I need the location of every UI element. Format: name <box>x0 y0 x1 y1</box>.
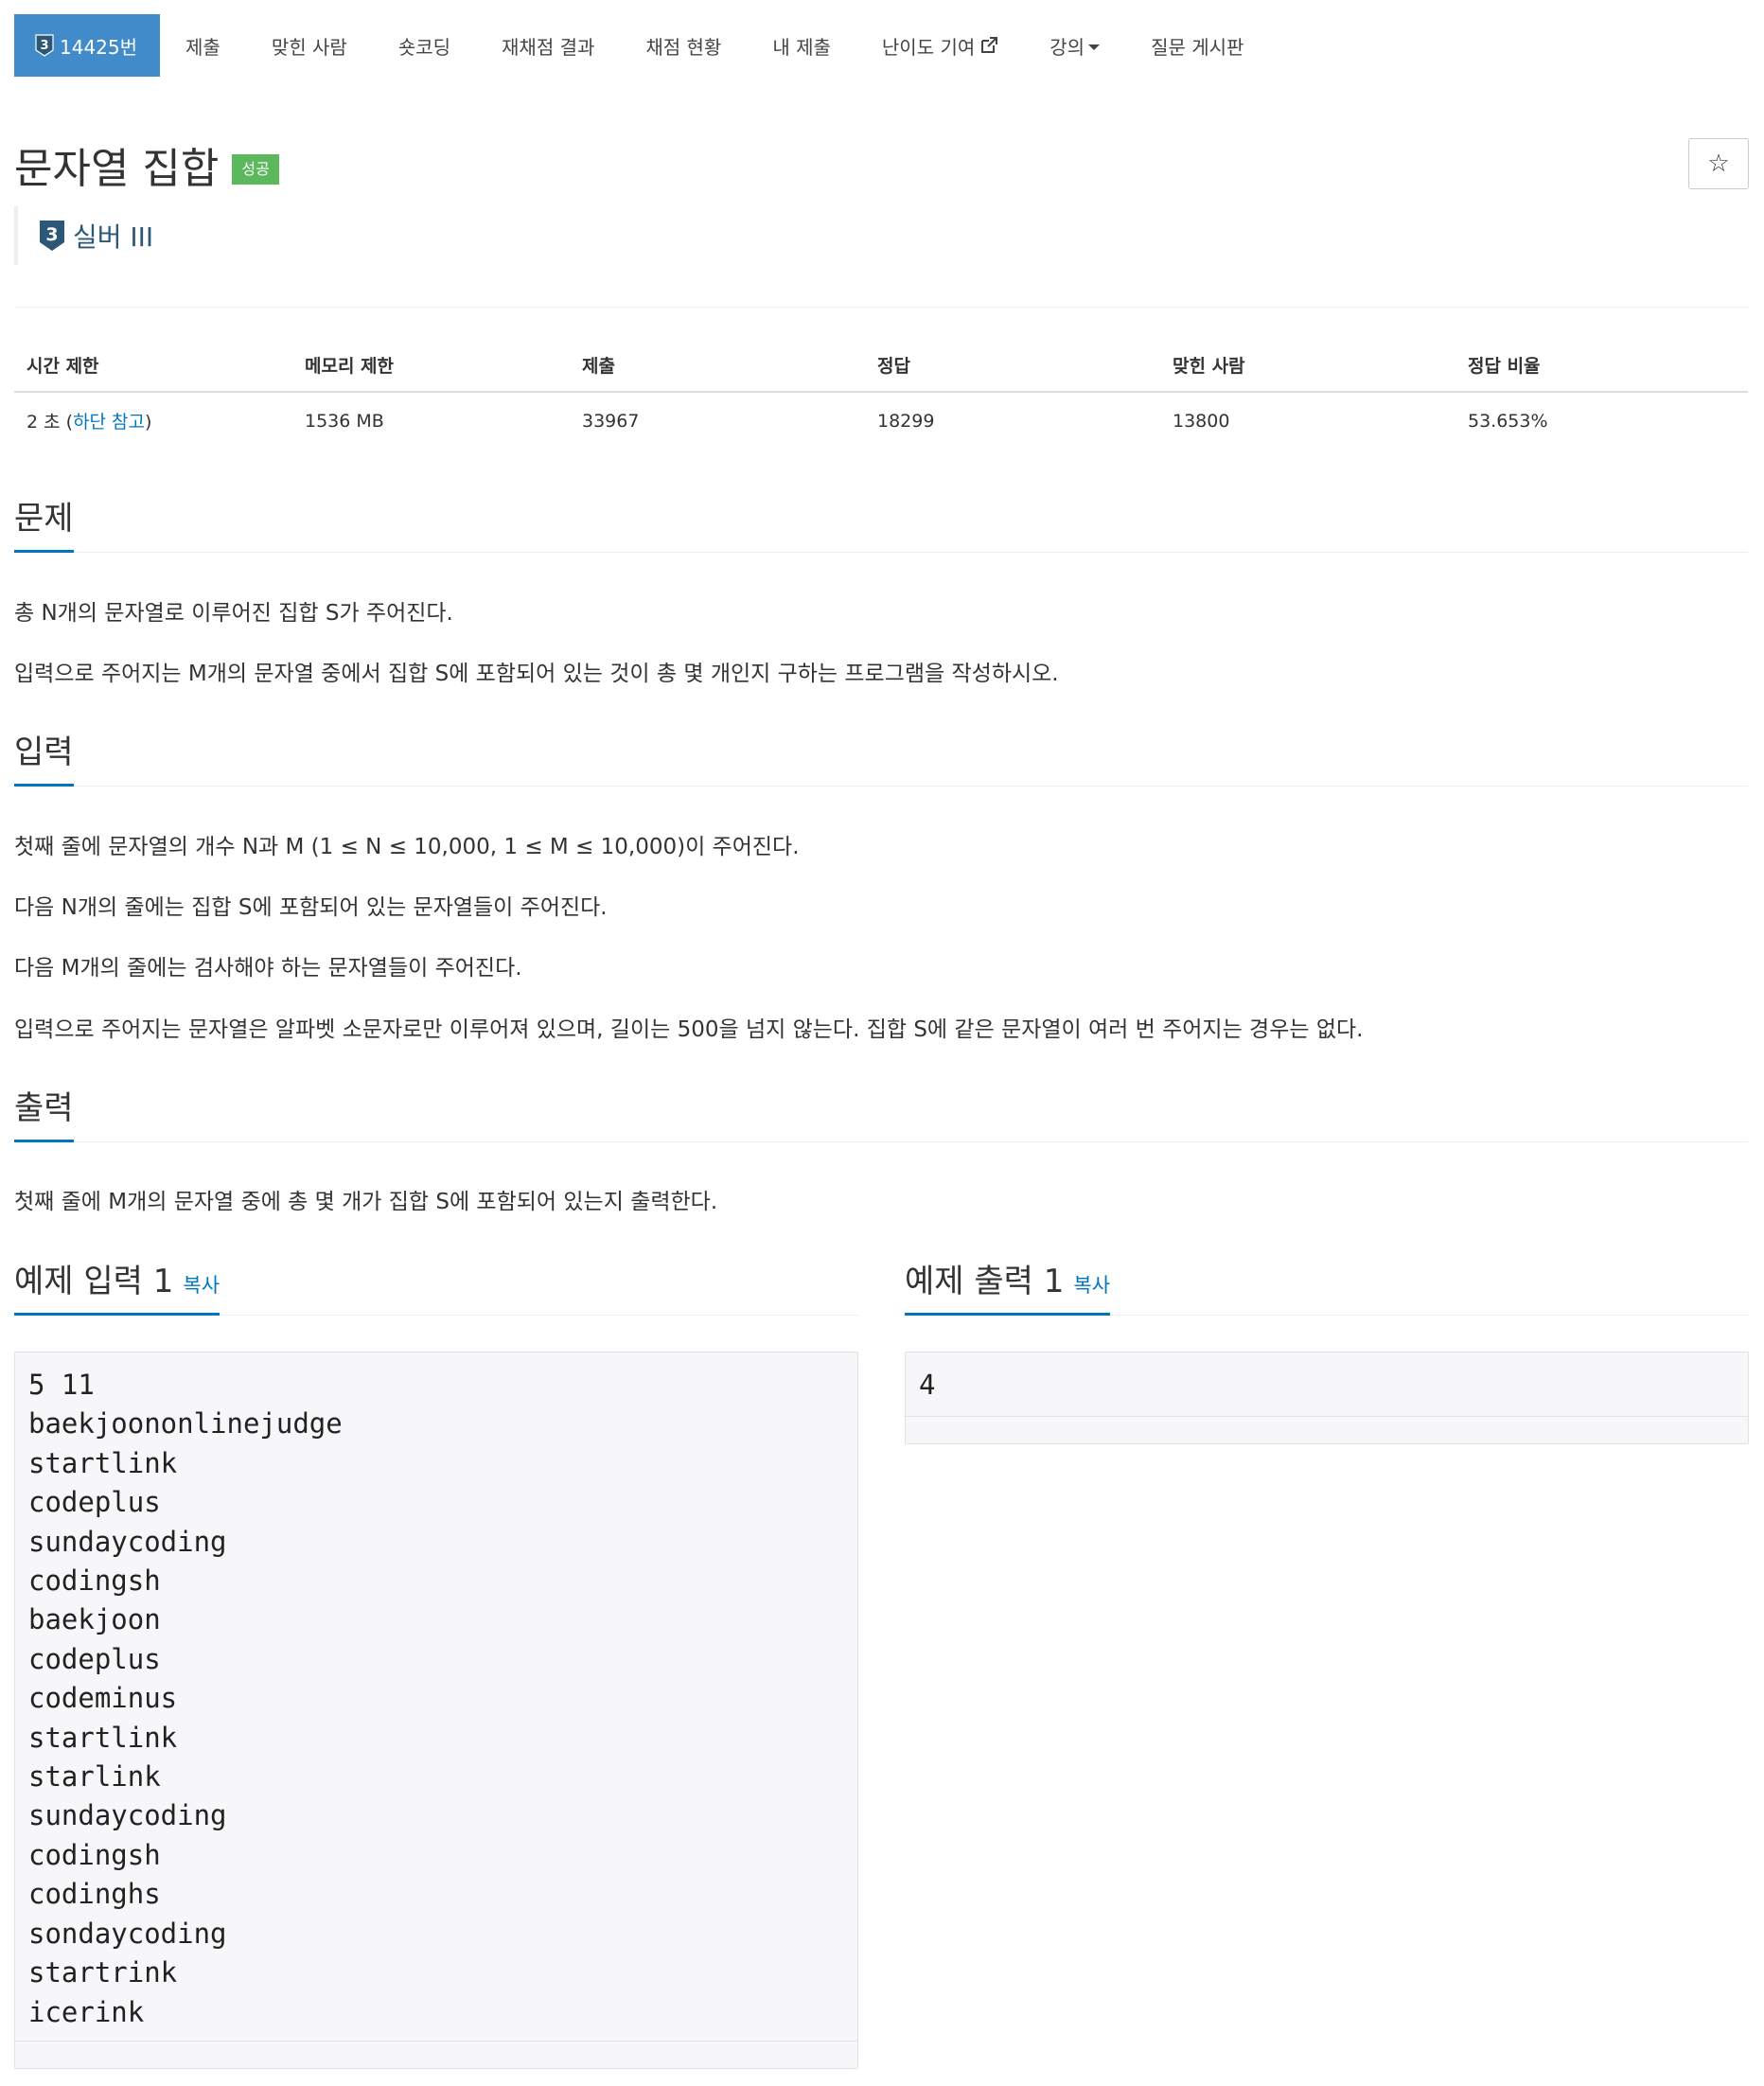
problem-section-header: 문제 <box>14 492 1748 553</box>
sample-input-text: 5 11 baekjoononlinejudge startlink codep… <box>28 1369 343 2028</box>
nav-submit[interactable]: 제출 <box>160 14 246 77</box>
nav-rejudge-results-label: 재채점 결과 <box>502 35 595 59</box>
nav-my-submissions-label: 내 제출 <box>772 35 831 59</box>
problem-tier[interactable]: 3 실버 III <box>14 206 153 265</box>
table-header-row: 시간 제한 메모리 제한 제출 정답 맞힌 사람 정답 비율 <box>14 341 1748 393</box>
nav-problem-number-label: 14425번 <box>60 35 138 59</box>
input-description-line: 다음 N개의 줄에는 집합 S에 포함되어 있는 문자열들이 주어진다. <box>14 895 608 920</box>
nav-status-label: 채점 현황 <box>645 35 722 59</box>
sample-output-text: 4 <box>919 1369 936 1401</box>
submissions-cell: 33967 <box>582 410 640 432</box>
problem-description-line: 입력으로 주어지는 M개의 문자열 중에서 집합 S에 포함되어 있는 것이 총… <box>14 662 1059 686</box>
output-section-heading: 출력 <box>14 1082 74 1142</box>
nav-problem-number[interactable]: 3 14425번 <box>14 14 161 77</box>
problem-description-line: 총 N개의 문자열로 이루어진 집합 S가 주어진다. <box>14 601 453 626</box>
nav-status[interactable]: 채점 현황 <box>620 14 747 77</box>
problem-section-heading: 문제 <box>14 492 74 553</box>
time-limit-suffix: ) <box>145 412 152 433</box>
sample-output-scrollbar-area <box>906 1416 1748 1443</box>
nav-difficulty-contribution-label: 난이도 기여 <box>881 35 976 59</box>
input-section-heading: 입력 <box>14 726 74 787</box>
output-description-line: 첫째 줄에 M개의 문자열 중에 총 몇 개가 집합 S에 포함되어 있는지 출… <box>14 1190 718 1214</box>
nav-rejudge-results[interactable]: 재채점 결과 <box>476 14 620 77</box>
accepted-users-cell: 13800 <box>1173 410 1230 432</box>
result-badge: 성공 <box>232 154 279 185</box>
header-accept-ratio: 정답 비율 <box>1455 341 1748 393</box>
sample-output-box[interactable]: 4 <box>905 1352 1749 1444</box>
nav-accepted-users[interactable]: 맞힌 사람 <box>246 14 373 77</box>
time-limit-note-link[interactable]: 하단 참고 <box>73 412 145 433</box>
nav-lectures-dropdown[interactable]: 강의 <box>1024 14 1125 77</box>
input-section-header: 입력 <box>14 726 1748 787</box>
accept-ratio-cell: 53.653% <box>1468 410 1548 432</box>
header-time-limit: 시간 제한 <box>14 341 292 393</box>
problem-title: 문자열 집합 <box>14 145 220 193</box>
tier-name: 실버 III <box>73 221 154 253</box>
sample-input-heading: 예제 입력 1 복사 <box>14 1255 220 1316</box>
sample-input-box[interactable]: 5 11 baekjoononlinejudge startlink codep… <box>14 1352 858 2069</box>
memory-limit-cell: 1536 MB <box>305 410 384 432</box>
star-icon: ☆ <box>1707 150 1730 178</box>
tier-level: 3 <box>45 224 58 245</box>
copy-sample-input-button[interactable]: 복사 <box>183 1274 220 1297</box>
problem-info-table: 시간 제한 메모리 제한 제출 정답 맞힌 사람 정답 비율 2 초 (하단 참… <box>14 341 1748 449</box>
nav-lectures-label: 강의 <box>1050 35 1085 59</box>
divider <box>14 307 1748 308</box>
silver-tier-icon: 3 <box>40 221 64 251</box>
copy-sample-output-button[interactable]: 복사 <box>1073 1274 1110 1297</box>
external-link-icon <box>981 37 998 53</box>
sample-output-title: 예제 출력 1 <box>905 1263 1065 1300</box>
table-row: 2 초 (하단 참고) 1536 MB 33967 18299 13800 53… <box>14 392 1748 449</box>
time-limit-cell: 2 초 (하단 참고) <box>14 392 292 449</box>
accepted-cell: 18299 <box>877 410 935 432</box>
nav-question-board-label: 질문 게시판 <box>1151 35 1244 59</box>
header-submissions: 제출 <box>570 341 865 393</box>
sample-output-heading: 예제 출력 1 복사 <box>905 1255 1111 1316</box>
header-memory-limit: 메모리 제한 <box>292 341 570 393</box>
caret-down-icon <box>1088 44 1101 50</box>
nav-my-submissions[interactable]: 내 제출 <box>747 14 856 77</box>
header-accepted-users: 맞힌 사람 <box>1160 341 1455 393</box>
nav-question-board[interactable]: 질문 게시판 <box>1125 14 1269 77</box>
nav-difficulty-contribution[interactable]: 난이도 기여 <box>856 14 1024 77</box>
favorite-star-button[interactable]: ☆ <box>1688 138 1749 189</box>
nav-submit-label: 제출 <box>185 35 220 59</box>
input-description-line: 다음 M개의 줄에는 검사해야 하는 문자열들이 주어진다. <box>14 956 522 981</box>
problem-menu: 3 14425번 제출 맞힌 사람 숏코딩 재채점 결과 채점 현황 내 제출 … <box>14 14 1269 77</box>
nav-accepted-users-label: 맞힌 사람 <box>271 35 347 59</box>
sample-input-scrollbar-area <box>15 2041 857 2068</box>
sample-output-header: 예제 출력 1 복사 <box>905 1255 1749 1316</box>
nav-tier-level: 3 <box>40 39 48 53</box>
header-accepted: 정답 <box>865 341 1160 393</box>
sample-input-header: 예제 입력 1 복사 <box>14 1255 858 1316</box>
problem-page: 3 14425번 제출 맞힌 사람 숏코딩 재채점 결과 채점 현황 내 제출 … <box>0 0 1764 2086</box>
time-limit-value: 2 초 ( <box>26 412 74 433</box>
output-section-header: 출력 <box>14 1082 1748 1142</box>
input-description-line: 첫째 줄에 문자열의 개수 N과 M (1 ≤ N ≤ 10,000, 1 ≤ … <box>14 835 800 859</box>
nav-short-coding[interactable]: 숏코딩 <box>373 14 476 77</box>
silver-tier-icon: 3 <box>35 34 54 57</box>
nav-short-coding-label: 숏코딩 <box>397 35 451 59</box>
sample-input-title: 예제 입력 1 <box>14 1263 174 1300</box>
input-description-line: 입력으로 주어지는 문자열은 알파벳 소문자로만 이루어져 있으며, 길이는 5… <box>14 1017 1364 1042</box>
title-row: 문자열 집합 성공 <box>14 134 279 195</box>
